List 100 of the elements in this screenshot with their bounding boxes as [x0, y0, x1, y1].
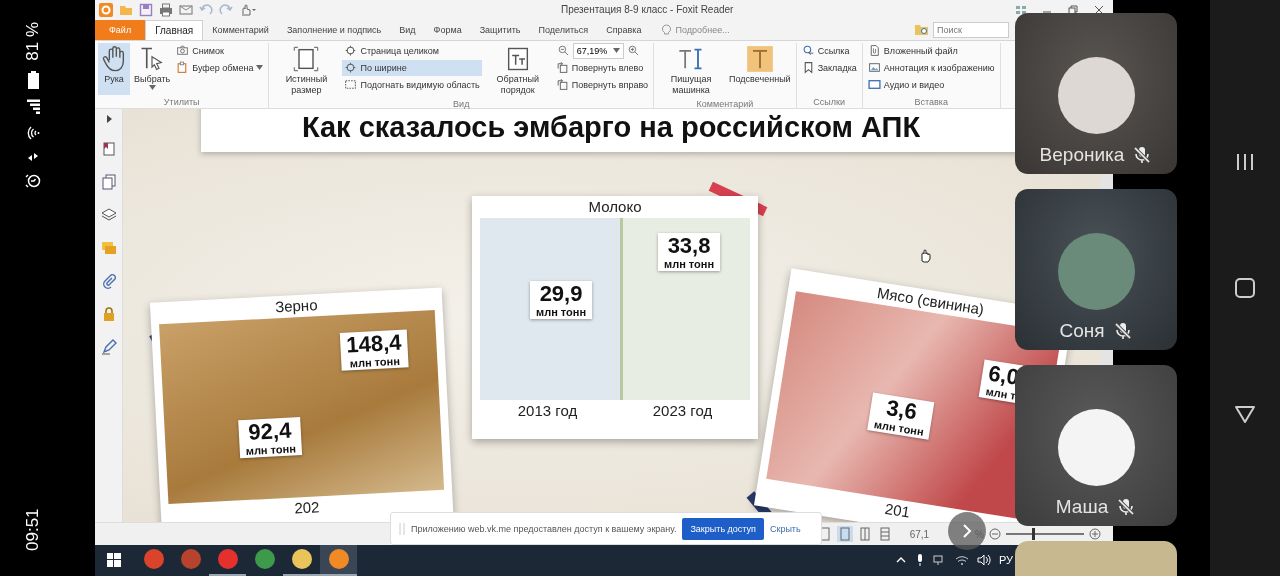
value-number: 29,9 — [539, 281, 583, 306]
windows-start-icon[interactable] — [107, 553, 121, 568]
participant-tile[interactable]: Соня — [1015, 189, 1177, 350]
camera-icon — [176, 44, 190, 58]
save-icon[interactable] — [139, 2, 153, 17]
zoom-percent-sign: % — [975, 528, 984, 540]
ribbon-tab[interactable]: Вид — [390, 19, 425, 40]
image-icon — [867, 61, 881, 75]
participant-tile[interactable]: Вероника — [1015, 13, 1177, 174]
year-label: 201 — [883, 498, 912, 523]
ribbon-button[interactable]: Ссылка — [799, 42, 859, 59]
rotate-page-icon — [555, 78, 569, 92]
ribbon-button[interactable]: Подогнать видимую область — [342, 76, 482, 93]
link-icon — [801, 44, 815, 58]
rotate-page-icon — [555, 61, 569, 75]
ribbon-tab[interactable]: Справка — [597, 19, 651, 40]
search-field[interactable]: Поиск — [933, 21, 1009, 38]
window-title: Презентация 8-9 класс - Foxit Reader — [561, 4, 734, 16]
zoom-out-icon[interactable] — [989, 528, 1001, 540]
year-label: 202 — [293, 497, 320, 519]
taskbar-app-icon[interactable] — [320, 545, 357, 576]
value-unit: млн тонн — [245, 442, 297, 457]
ribbon-button[interactable]: Обратный порядок — [483, 42, 552, 98]
language-indicator[interactable]: РУ — [998, 554, 1013, 567]
year-label: 2023 год — [652, 400, 713, 421]
ribbon-button[interactable]: Пишущая машинка — [657, 42, 726, 98]
ribbon-button[interactable]: Вложенный файл — [865, 42, 997, 59]
hand-dropdown-icon[interactable] — [239, 2, 259, 17]
ribbon-tab[interactable]: Поделиться — [529, 19, 598, 40]
ribbon-tab[interactable]: Заполнение и подпись — [277, 19, 391, 40]
participant-name: Вероника — [1039, 144, 1125, 166]
ribbon-tab[interactable]: Главная — [145, 19, 204, 40]
stop-sharing-button[interactable]: Закрыть доступ — [682, 517, 764, 540]
pages-icon[interactable] — [100, 173, 117, 190]
clock-time: 09:51 — [23, 508, 43, 551]
value-number: 33,8 — [667, 233, 711, 258]
mail-icon[interactable] — [179, 2, 193, 17]
speaker-icon[interactable] — [976, 554, 991, 567]
caret-icon — [148, 84, 156, 90]
crosshair-icon — [344, 44, 358, 58]
ribbon-button[interactable]: Аудио и видео — [865, 76, 997, 93]
lightbulb-icon — [660, 23, 672, 36]
battery-percent: 81 % — [23, 22, 43, 61]
card-title: Зерно — [273, 294, 319, 318]
ribbon-button[interactable]: Закладка — [799, 59, 859, 76]
ribbon-button[interactable]: Буфер обмена — [174, 59, 266, 76]
ribbon-button[interactable]: Страница целиком — [342, 42, 482, 59]
zoom-in-icon[interactable] — [627, 44, 641, 58]
zoom-percent: 67,1 — [909, 528, 930, 540]
grip-icon[interactable] — [399, 521, 405, 536]
layers-icon[interactable] — [100, 206, 117, 223]
participant-name: Маша — [1055, 496, 1109, 518]
ribbon-button[interactable]: Рука — [98, 42, 130, 95]
ribbon-tab[interactable]: Защитить — [470, 19, 530, 40]
ribbon-tab[interactable]: Форма — [424, 19, 471, 40]
notification-text: Приложению web.vk.me предоставлен доступ к вашему экрану. — [411, 523, 677, 534]
hide-link[interactable]: Скрыть — [769, 523, 801, 534]
group-label: Утилиты — [162, 95, 201, 108]
page-frame-icon — [292, 44, 321, 73]
card-title: Молоко — [587, 196, 643, 217]
recent-apps-icon[interactable] — [1234, 152, 1256, 173]
bookmark-icon[interactable] — [100, 140, 117, 157]
value-unit: млн тонн — [536, 305, 587, 318]
zoom-in-icon[interactable] — [1089, 528, 1101, 540]
signal-icon — [25, 98, 41, 115]
slide-title: Как сказалось эмбарго на российском АПК — [301, 110, 921, 144]
ribbon-button[interactable]: Подсвеченный — [727, 42, 793, 95]
crosshair-icon — [344, 61, 358, 75]
group-label: Ссылки — [812, 95, 847, 108]
value-unit: млн тонн — [664, 257, 715, 270]
print-icon[interactable] — [159, 2, 173, 17]
folder-search-icon[interactable] — [914, 22, 930, 37]
year-label: 2013 год — [517, 400, 578, 421]
ribbon-button[interactable]: По ширине — [342, 59, 482, 76]
ribbon-button[interactable]: Повернуть влево — [553, 59, 651, 76]
paperclip-icon[interactable] — [100, 272, 117, 289]
chevron-right-icon — [961, 523, 973, 539]
pen-icon[interactable] — [100, 338, 117, 355]
wifi-icon[interactable] — [954, 554, 969, 567]
ribbon-button[interactable]: Выбрать — [132, 42, 173, 95]
value-number: 92,4 — [247, 418, 292, 445]
hand-cursor-icon — [918, 248, 932, 263]
back-icon[interactable] — [1234, 403, 1256, 424]
group-label: Вставка — [913, 95, 949, 108]
home-icon[interactable] — [1234, 277, 1256, 299]
zoom-field[interactable]: 67,19% — [572, 42, 625, 59]
screen-icon — [867, 78, 881, 92]
ribbon-button[interactable]: Повернуть вправо — [553, 76, 651, 93]
zoom-out-icon[interactable] — [556, 44, 570, 58]
page-view-icon[interactable] — [836, 526, 853, 542]
caret-icon — [613, 48, 621, 54]
caret-icon — [256, 65, 264, 71]
ribbon-button[interactable]: Аннотация к изображению — [865, 59, 997, 76]
restore-icon[interactable] — [1067, 4, 1079, 15]
ribbon-tab[interactable]: Комментарий — [203, 19, 278, 40]
close-icon[interactable] — [1093, 4, 1105, 15]
value-number: 3,6 — [884, 395, 919, 425]
ribbon-button[interactable]: Снимок — [174, 42, 266, 59]
ribbon-button[interactable]: Истинный размер — [272, 42, 341, 98]
grid-icon[interactable] — [1015, 4, 1027, 15]
